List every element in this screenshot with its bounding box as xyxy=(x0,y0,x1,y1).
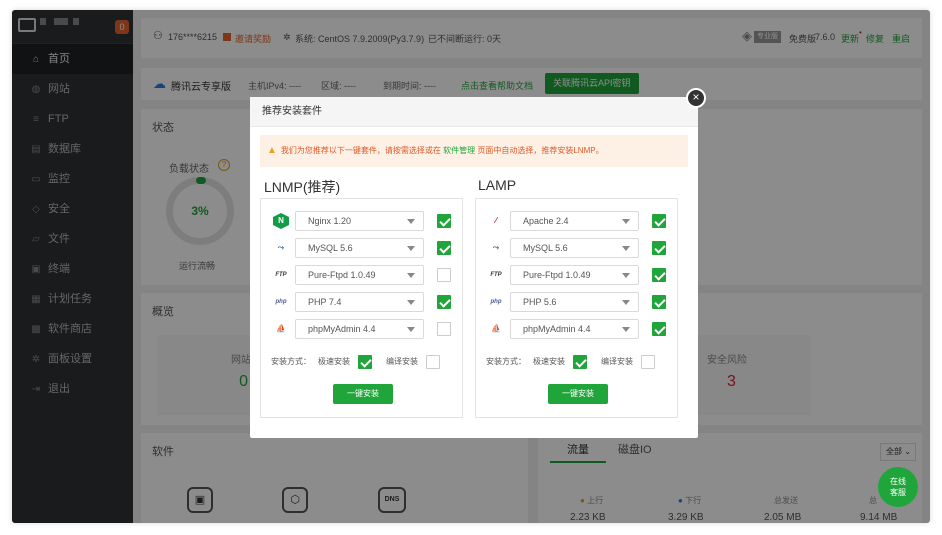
install-checkbox[interactable] xyxy=(437,322,451,336)
install-mode-label: 安装方式： xyxy=(271,357,311,366)
chevron-down-icon xyxy=(622,300,630,305)
software-row: ⛵ phpMyAdmin 4.4 xyxy=(261,319,461,339)
support-line-1: 在线 xyxy=(890,477,906,486)
software-row: ⁄ Apache 2.4 xyxy=(476,211,676,231)
compile-install-label: 编译安装 xyxy=(601,357,633,366)
software-row: FTP Pure-Ftpd 1.0.49 xyxy=(476,265,676,285)
php-icon: php xyxy=(490,299,502,305)
install-checkbox[interactable] xyxy=(437,268,451,282)
install-checkbox[interactable] xyxy=(652,241,666,255)
version-select-value: Pure-Ftpd 1.0.49 xyxy=(308,270,376,280)
phpmyadmin-icon: ⛵ xyxy=(276,324,286,333)
close-icon[interactable]: × xyxy=(686,88,706,108)
install-suite-modal: 推荐安装套件 × ▲ 我们为您推荐以下一键套件，请按需选择或在 软件管理 页面中自… xyxy=(250,88,706,438)
version-select[interactable]: Pure-Ftpd 1.0.49 xyxy=(295,265,424,285)
mysql-icon: ⤳ xyxy=(492,243,500,252)
one-click-install-button[interactable]: 一键安装 xyxy=(548,384,608,404)
chevron-down-icon xyxy=(407,327,415,332)
support-line-2: 客服 xyxy=(890,488,906,497)
version-select-value: Apache 2.4 xyxy=(523,216,569,226)
compile-install-checkbox[interactable] xyxy=(641,355,655,369)
software-row: ⤳ MySQL 5.6 xyxy=(476,238,676,258)
chevron-down-icon xyxy=(622,273,630,278)
software-row: FTP Pure-Ftpd 1.0.49 xyxy=(261,265,461,285)
software-row: N Nginx 1.20 xyxy=(261,211,461,231)
chevron-down-icon xyxy=(622,219,630,224)
fast-install-label: 极速安装 xyxy=(533,357,565,366)
mysql-icon: ⤳ xyxy=(277,243,285,252)
warning-icon: ▲ xyxy=(267,145,277,156)
version-select-value: MySQL 5.6 xyxy=(523,243,568,253)
version-select-value: MySQL 5.6 xyxy=(308,243,353,253)
chevron-down-icon xyxy=(622,246,630,251)
install-checkbox[interactable] xyxy=(652,295,666,309)
chevron-down-icon xyxy=(407,273,415,278)
recommend-warning: ▲ 我们为您推荐以下一键套件，请按需选择或在 软件管理 页面中自动选择，推荐安装L… xyxy=(260,135,688,167)
compile-install-label: 编译安装 xyxy=(386,357,418,366)
version-select[interactable]: phpMyAdmin 4.4 xyxy=(295,319,424,339)
app-window: 0 ⌂ 首页 ◍ 网站 ≡ FTP ▤ 数据库 ▭ 监控 ◇ 安全 ▱ 文件 ▣ 终端 ▦ 计划任务 ▩ 软件商店 ✲ 面… xyxy=(12,10,930,523)
compile-install-checkbox[interactable] xyxy=(426,355,440,369)
version-select[interactable]: MySQL 5.6 xyxy=(510,238,639,258)
fast-install-checkbox[interactable] xyxy=(573,355,587,369)
version-select-value: phpMyAdmin 4.4 xyxy=(308,324,376,334)
lnmp-title: LNMP(推荐) xyxy=(264,179,341,195)
software-row: php PHP 5.6 xyxy=(476,292,676,312)
version-select-value: Pure-Ftpd 1.0.49 xyxy=(523,270,591,280)
install-mode-label: 安装方式： xyxy=(486,357,526,366)
install-checkbox[interactable] xyxy=(652,322,666,336)
version-select[interactable]: phpMyAdmin 4.4 xyxy=(510,319,639,339)
apache-icon: ⁄ xyxy=(495,216,497,225)
version-select[interactable]: Pure-Ftpd 1.0.49 xyxy=(510,265,639,285)
version-select[interactable]: PHP 7.4 xyxy=(295,292,424,312)
software-row: php PHP 7.4 xyxy=(261,292,461,312)
fast-install-label: 极速安装 xyxy=(318,357,350,366)
software-row: ⛵ phpMyAdmin 4.4 xyxy=(476,319,676,339)
version-select[interactable]: Apache 2.4 xyxy=(510,211,639,231)
version-select-value: PHP 5.6 xyxy=(523,297,557,307)
one-click-install-button[interactable]: 一键安装 xyxy=(333,384,393,404)
ftp-icon: FTP xyxy=(490,272,502,278)
install-checkbox[interactable] xyxy=(652,214,666,228)
install-mode-row: 安装方式： 极速安装 编译安装 xyxy=(271,355,461,369)
ftp-icon: FTP xyxy=(275,272,287,278)
chevron-down-icon xyxy=(407,246,415,251)
online-support-button[interactable]: 在线 客服 xyxy=(878,467,918,507)
chevron-down-icon xyxy=(622,327,630,332)
warning-text-post: 页面中自动选择，推荐安装LNMP。 xyxy=(475,146,604,155)
install-mode-row: 安装方式： 极速安装 编译安装 xyxy=(486,355,676,369)
install-checkbox[interactable] xyxy=(652,268,666,282)
version-select-value: phpMyAdmin 4.4 xyxy=(523,324,591,334)
modal-title: 推荐安装套件 xyxy=(250,97,698,127)
install-checkbox[interactable] xyxy=(437,295,451,309)
install-checkbox[interactable] xyxy=(437,214,451,228)
chevron-down-icon xyxy=(407,300,415,305)
version-select[interactable]: Nginx 1.20 xyxy=(295,211,424,231)
lamp-box: ⁄ Apache 2.4 ⤳ MySQL 5.6 FTP Pure-Ftpd 1.0.49… xyxy=(475,198,678,418)
php-icon: php xyxy=(275,299,287,305)
lnmp-box: N Nginx 1.20 ⤳ MySQL 5.6 FTP Pure-Ftpd 1.0.49… xyxy=(260,198,463,418)
chevron-down-icon xyxy=(407,219,415,224)
version-select-value: PHP 7.4 xyxy=(308,297,342,307)
phpmyadmin-icon: ⛵ xyxy=(491,324,501,333)
install-checkbox[interactable] xyxy=(437,241,451,255)
version-select[interactable]: MySQL 5.6 xyxy=(295,238,424,258)
software-manage-link[interactable]: 软件管理 xyxy=(443,146,475,155)
version-select[interactable]: PHP 5.6 xyxy=(510,292,639,312)
fast-install-checkbox[interactable] xyxy=(358,355,372,369)
software-row: ⤳ MySQL 5.6 xyxy=(261,238,461,258)
version-select-value: Nginx 1.20 xyxy=(308,216,352,226)
warning-text-pre: 我们为您推荐以下一键套件，请按需选择或在 xyxy=(280,146,444,155)
nginx-icon: N xyxy=(273,213,289,229)
lamp-title: LAMP xyxy=(478,177,517,193)
